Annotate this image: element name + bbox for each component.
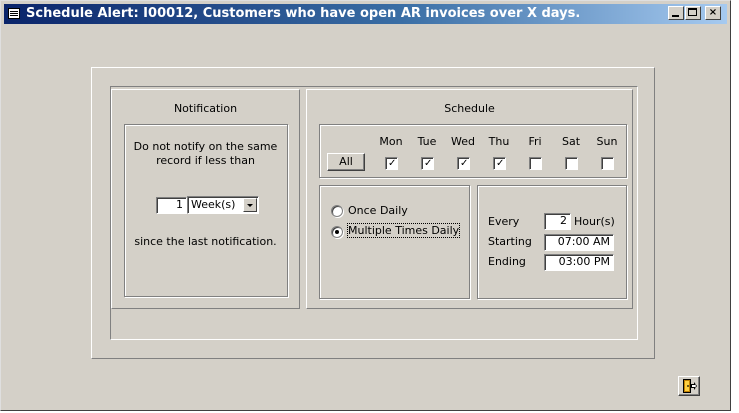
- radio-dot-icon: [335, 230, 339, 234]
- day-checkbox-thu[interactable]: ✓: [493, 157, 506, 170]
- since-last-notification-label: since the last notification.: [134, 235, 277, 248]
- minimize-icon: [672, 15, 679, 17]
- window-title: Schedule Alert: I00012, Customers who ha…: [26, 6, 581, 21]
- exit-button[interactable]: [678, 376, 700, 396]
- schedule-panel: Schedule All Mon Tue Wed Thu Fri Sat Sun…: [306, 89, 633, 309]
- door-exit-icon: [683, 379, 697, 393]
- chevron-down-icon[interactable]: [243, 198, 257, 212]
- outer-frame: Notification Do not notify on the same r…: [91, 67, 655, 359]
- maximize-button[interactable]: [685, 6, 701, 20]
- day-label-sun: Sun: [596, 135, 618, 148]
- ending-label: Ending: [488, 255, 526, 268]
- notification-heading: Notification: [173, 102, 238, 115]
- every-label: Every: [488, 215, 520, 228]
- maximize-icon: [688, 8, 697, 16]
- frequency-group: [319, 185, 470, 299]
- every-hours-field[interactable]: 2: [544, 213, 571, 230]
- notification-panel: Notification Do not notify on the same r…: [111, 89, 300, 309]
- check-icon: ✓: [388, 158, 397, 169]
- schedule-heading: Schedule: [444, 102, 495, 115]
- multiple-times-daily-radio[interactable]: [331, 226, 343, 238]
- day-label-thu: Thu: [488, 135, 510, 148]
- notify-unit-value: Week(s): [191, 198, 236, 211]
- notify-text-line2: record if less than: [156, 154, 255, 167]
- all-days-button[interactable]: All: [327, 153, 365, 171]
- notify-unit-select[interactable]: Week(s): [187, 196, 259, 214]
- minimize-button[interactable]: [668, 6, 684, 20]
- once-daily-label[interactable]: Once Daily: [348, 204, 408, 217]
- day-label-wed: Wed: [451, 135, 475, 148]
- form-body: Notification Do not notify on the same r…: [5, 26, 728, 408]
- multiple-times-daily-label[interactable]: Multiple Times Daily: [346, 223, 461, 238]
- title-bar[interactable]: Schedule Alert: I00012, Customers who ha…: [4, 4, 727, 24]
- day-checkbox-fri[interactable]: ✓: [529, 157, 542, 170]
- day-checkbox-sun[interactable]: ✓: [601, 157, 614, 170]
- close-button[interactable]: ×: [705, 6, 721, 20]
- notify-text-line1: Do not notify on the same: [133, 140, 278, 153]
- form-icon: [8, 8, 20, 19]
- close-icon: ×: [708, 7, 718, 18]
- days-group: [319, 124, 627, 178]
- check-icon: ✓: [460, 158, 469, 169]
- inner-frame: Notification Do not notify on the same r…: [110, 86, 638, 340]
- day-label-tue: Tue: [417, 135, 437, 148]
- starting-label: Starting: [488, 235, 532, 248]
- starting-time-field[interactable]: 07:00 AM: [544, 234, 614, 251]
- alert-schedule-window: Schedule Alert: I00012, Customers who ha…: [0, 0, 731, 411]
- once-daily-radio[interactable]: [331, 205, 343, 217]
- day-checkbox-sat[interactable]: ✓: [565, 157, 578, 170]
- day-label-mon: Mon: [379, 135, 403, 148]
- check-icon: ✓: [496, 158, 505, 169]
- day-checkbox-tue[interactable]: ✓: [421, 157, 434, 170]
- day-label-fri: Fri: [528, 135, 542, 148]
- day-checkbox-mon[interactable]: ✓: [385, 157, 398, 170]
- day-checkbox-wed[interactable]: ✓: [457, 157, 470, 170]
- day-label-sat: Sat: [561, 135, 581, 148]
- check-icon: ✓: [424, 158, 433, 169]
- ending-time-field[interactable]: 03:00 PM: [544, 254, 614, 271]
- notify-count-field[interactable]: 1: [156, 197, 187, 214]
- hours-unit-label: Hour(s): [574, 215, 615, 228]
